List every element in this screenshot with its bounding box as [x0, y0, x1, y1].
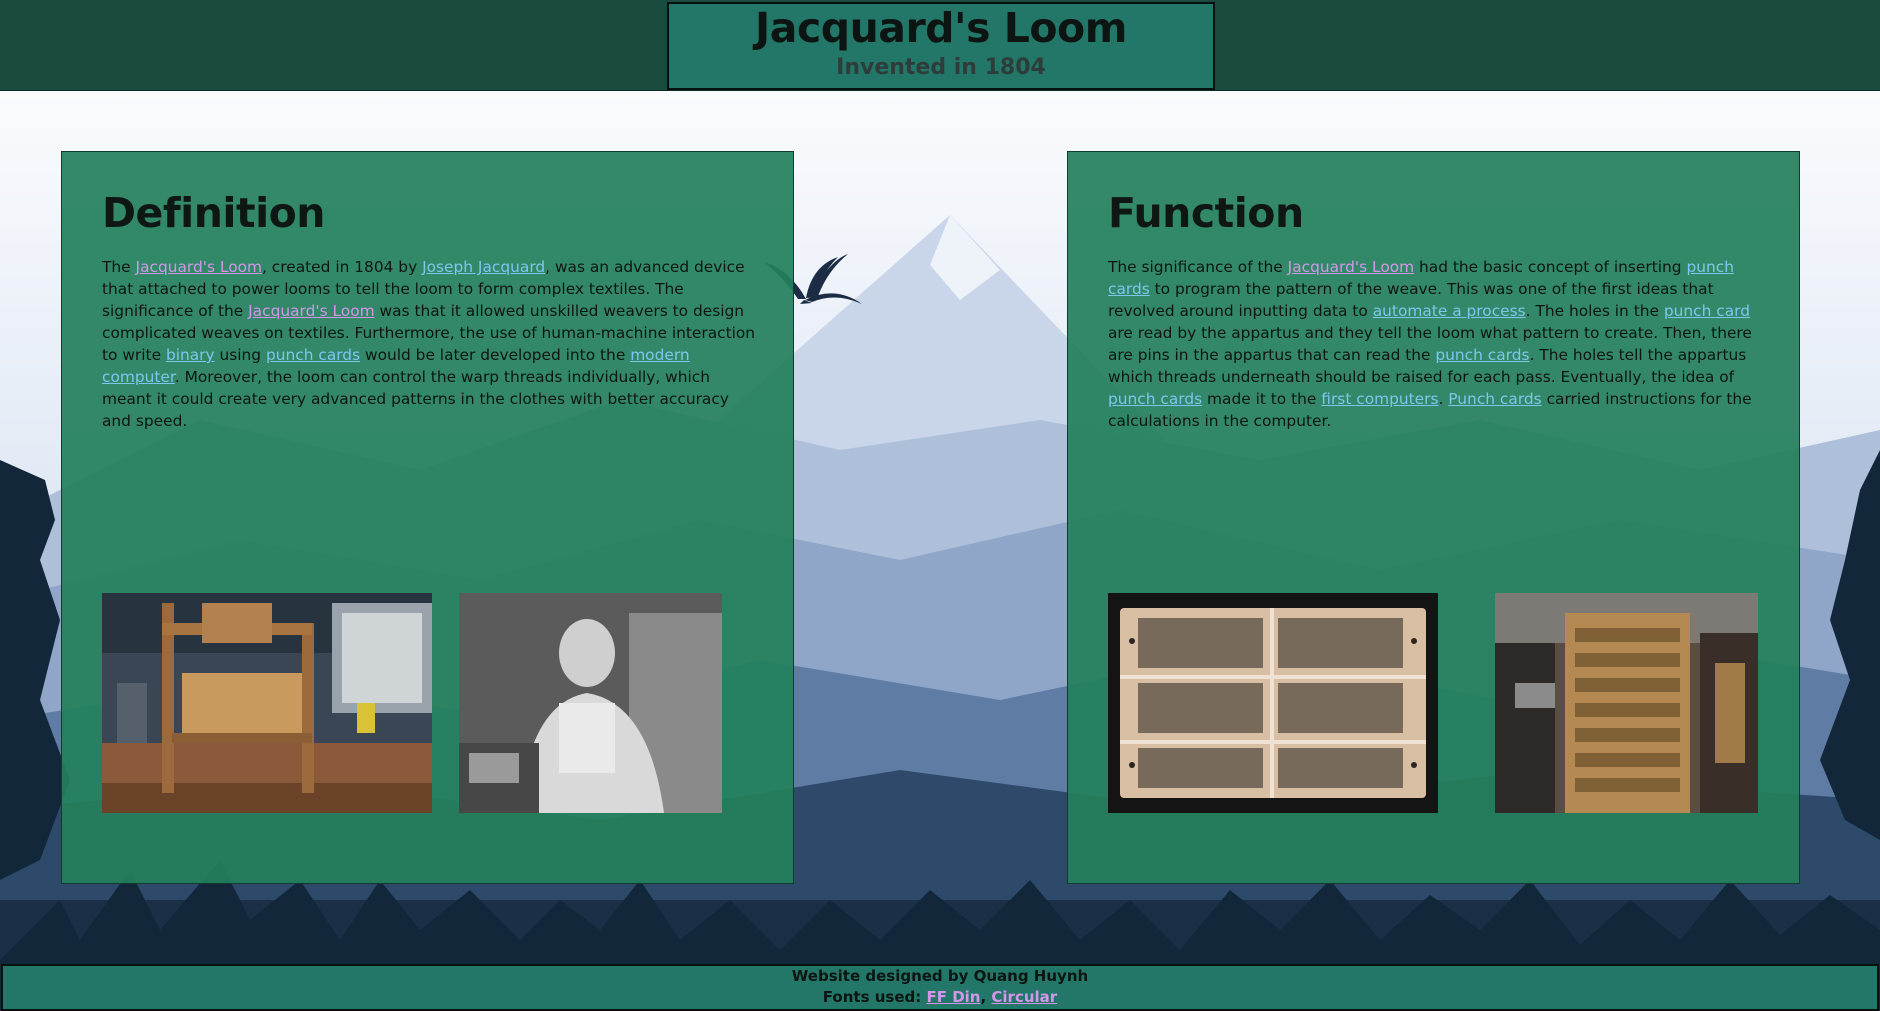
- function-panel: Function The significance of the Jacquar…: [1067, 151, 1800, 884]
- circular-link[interactable]: Circular: [991, 988, 1057, 1006]
- joseph-jacquard-portrait: [459, 593, 722, 813]
- header-bar: Jacquard's Loom Invented in 1804: [0, 0, 1880, 91]
- page-title: Jacquard's Loom: [755, 4, 1127, 52]
- automate-process-link[interactable]: automate a process: [1373, 302, 1526, 320]
- joseph-jacquard-link[interactable]: Joseph Jacquard: [422, 258, 545, 276]
- loom-punch-cards-photo: [1495, 593, 1758, 813]
- binary-link[interactable]: binary: [166, 346, 215, 364]
- punch-cards-link[interactable]: punch cards: [1435, 346, 1529, 364]
- footer-credit: Website designed by Quang Huynh: [791, 967, 1089, 985]
- text-segment: . The holes in the: [1525, 302, 1664, 320]
- text-segment: using: [214, 346, 266, 364]
- ff-din-link[interactable]: FF Din: [926, 988, 980, 1006]
- text-segment: had the basic concept of inserting: [1414, 258, 1687, 276]
- jacquards-loom-link[interactable]: Jacquard's Loom: [1288, 258, 1414, 276]
- punch-card-link[interactable]: punch card: [1664, 302, 1750, 320]
- punch-cards-link[interactable]: punch cards: [1108, 390, 1202, 408]
- footer: Website designed by Quang Huynh Fonts us…: [1, 964, 1879, 1011]
- first-computers-link[interactable]: first computers: [1321, 390, 1438, 408]
- function-heading: Function: [1108, 189, 1304, 237]
- text-segment: , created in 1804 by: [262, 258, 423, 276]
- punch-cards-link[interactable]: punch cards: [266, 346, 360, 364]
- text-segment: would be later developed into the: [360, 346, 631, 364]
- function-text: The significance of the Jacquard's Loom …: [1108, 256, 1768, 432]
- definition-heading: Definition: [102, 189, 325, 237]
- definition-text: The Jacquard's Loom, created in 1804 by …: [102, 256, 762, 432]
- footer-fonts: Fonts used: FF Din, Circular: [3, 987, 1877, 1008]
- jacquards-loom-link[interactable]: Jacquard's Loom: [136, 258, 262, 276]
- fonts-separator: ,: [980, 988, 992, 1006]
- fonts-label: Fonts used:: [822, 988, 927, 1006]
- definition-panel: Definition The Jacquard's Loom, created …: [61, 151, 794, 884]
- punch-cards-link[interactable]: Punch cards: [1448, 390, 1541, 408]
- jacquards-loom-link[interactable]: Jacquard's Loom: [248, 302, 374, 320]
- title-box: Jacquard's Loom Invented in 1804: [667, 2, 1215, 90]
- text-segment: .: [1438, 390, 1449, 408]
- page-subtitle: Invented in 1804: [836, 55, 1046, 80]
- text-segment: . Moreover, the loom can control the war…: [102, 368, 729, 430]
- loom-museum-photo: [102, 593, 432, 813]
- text-segment: The significance of the: [1108, 258, 1288, 276]
- text-segment: made it to the: [1202, 390, 1322, 408]
- punch-card-photo: [1108, 593, 1438, 813]
- text-segment: The: [102, 258, 136, 276]
